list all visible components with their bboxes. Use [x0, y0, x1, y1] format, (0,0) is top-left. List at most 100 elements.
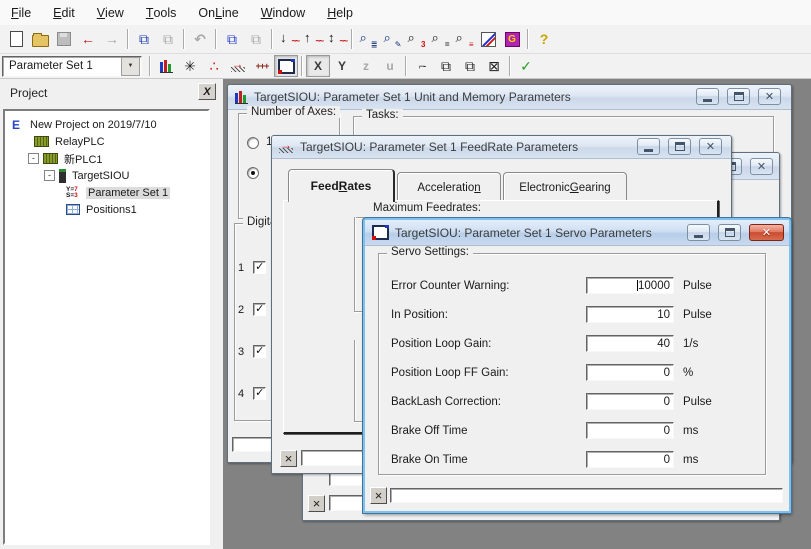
toolbar-separator: [215, 29, 217, 49]
toolbar-separator: [351, 29, 353, 49]
servo-param-row: BackLash Correction:0Pulse: [391, 393, 765, 410]
background-window-x-button[interactable]: [308, 495, 325, 512]
download-to-plc-icon[interactable]: ↓~~: [276, 28, 300, 50]
toolbar-separator: [127, 29, 129, 49]
menu-item-view[interactable]: View: [86, 0, 135, 25]
tree-item-parameter-set-1[interactable]: Y=7S=3Parameter Set 1: [5, 184, 208, 201]
new-document-icon[interactable]: [4, 28, 28, 50]
menu-item-help[interactable]: Help: [316, 0, 364, 25]
parameter-set-combo[interactable]: Parameter Set 1 ▼: [2, 56, 142, 77]
servo-window[interactable]: TargetSIOU: Parameter Set 1 Servo Parame…: [363, 218, 791, 513]
step-mode-icon[interactable]: ⌐-: [410, 55, 434, 77]
param-input-in-position-[interactable]: 10: [586, 306, 674, 323]
feedrate-window-x-button[interactable]: [280, 450, 297, 467]
apply-icon[interactable]: ✓: [514, 55, 538, 77]
blocks-copy-icon[interactable]: ⧉: [458, 55, 482, 77]
tuning-params-icon[interactable]: +++: [250, 55, 274, 77]
restore-button[interactable]: [727, 88, 750, 105]
tree-item-新plc1[interactable]: -新PLC1: [5, 150, 208, 167]
param-input-backlash-correction-[interactable]: 0: [586, 393, 674, 410]
delete-table-icon[interactable]: ⊠: [482, 55, 506, 77]
unit-memory-params-icon[interactable]: [154, 55, 178, 77]
minimize-button[interactable]: [687, 224, 710, 241]
blocks-icon[interactable]: ⧉: [434, 55, 458, 77]
servo-window-status-field: [390, 488, 783, 503]
close-button[interactable]: ✕: [758, 88, 781, 105]
feedrate-titlebar[interactable]: TargetSIOU: Parameter Set 1 FeedRate Par…: [272, 136, 731, 159]
close-button[interactable]: ✕: [750, 158, 773, 175]
paste-icon[interactable]: ⧉: [156, 28, 180, 50]
param-input-error-counter-warning-[interactable]: 10000: [586, 277, 674, 294]
transfer-forward-icon[interactable]: →: [100, 28, 124, 50]
tab-electronic-gearing[interactable]: Electronic Gearing: [503, 172, 627, 202]
output-checkbox-4[interactable]: [253, 387, 266, 400]
menu-item-tools[interactable]: Tools: [135, 0, 188, 25]
help-icon[interactable]: ?: [532, 28, 556, 50]
output-checkbox-2[interactable]: [253, 303, 266, 316]
axis-params-icon[interactable]: ✳: [178, 55, 202, 77]
project-tree: ENew Project on 2019/7/10RelayPLC-新PLC1-…: [3, 109, 210, 545]
change-value-icon[interactable]: ⌕3: [404, 28, 428, 50]
trace-chart-icon[interactable]: [476, 28, 500, 50]
transfer-back-icon[interactable]: ←: [76, 28, 100, 50]
minimize-button[interactable]: [696, 88, 719, 105]
menu-item-file[interactable]: File: [0, 0, 42, 25]
tree-expand-toggle[interactable]: -: [28, 153, 39, 164]
undo-icon[interactable]: ↶: [188, 28, 212, 50]
tree-item-targetsiou[interactable]: -TargetSIOU: [5, 167, 208, 184]
servo-param-row: Position Loop Gain:401/s: [391, 335, 765, 352]
axes-radio-selected[interactable]: [247, 167, 259, 179]
servo-settings-rows: Error Counter Warning:10000PulseIn Posit…: [391, 254, 765, 474]
servo-param-row: In Position:10Pulse: [391, 306, 765, 323]
output-checkbox-1[interactable]: [253, 261, 266, 274]
project-panel-close-button[interactable]: X: [198, 83, 216, 100]
axis-u-button[interactable]: u: [378, 55, 402, 77]
toolbar-separator: [183, 29, 185, 49]
param-input-position-loop-gain-[interactable]: 40: [586, 335, 674, 352]
servo-window-icon: [372, 225, 389, 240]
paste-program-icon[interactable]: ⧉: [244, 28, 268, 50]
toolbar-parameters: Parameter Set 1 ▼ ✳∴+++XYzu⌐-⧉⧉⊠✓: [0, 54, 811, 79]
servo-params-icon[interactable]: [274, 55, 298, 77]
unit-memory-window-title: TargetSIOU: Parameter Set 1 Unit and Mem…: [254, 90, 571, 104]
restore-button[interactable]: [668, 138, 691, 155]
copy-icon[interactable]: ⧉: [132, 28, 156, 50]
axis-x-button[interactable]: X: [306, 55, 330, 77]
tree-item-new-project-on-2019/7/10[interactable]: ENew Project on 2019/7/10: [5, 116, 208, 133]
servo-window-x-button[interactable]: [370, 487, 387, 504]
tree-item-relayplc[interactable]: RelayPLC: [5, 133, 208, 150]
combo-dropdown-icon[interactable]: ▼: [121, 57, 140, 76]
watch-list-icon[interactable]: ⌕≡: [452, 28, 476, 50]
tree-expand-toggle[interactable]: -: [44, 170, 55, 181]
tree-item-positions1[interactable]: Positions1: [5, 201, 208, 218]
servo-titlebar[interactable]: TargetSIOU: Parameter Set 1 Servo Parame…: [365, 220, 789, 246]
toolbar-separator: [271, 29, 273, 49]
minimize-button[interactable]: [637, 138, 660, 155]
feedrate-params-icon[interactable]: [226, 55, 250, 77]
restore-button[interactable]: [718, 224, 741, 241]
close-button[interactable]: ✕: [699, 138, 722, 155]
force-value-icon[interactable]: ⌕=: [428, 28, 452, 50]
tab-acceleration[interactable]: Acceleration: [397, 172, 501, 202]
menu-item-online[interactable]: OnLine: [187, 0, 249, 25]
param-input-brake-on-time[interactable]: 0: [586, 451, 674, 468]
menu-item-edit[interactable]: Edit: [42, 0, 86, 25]
axes-radio-1[interactable]: [247, 137, 259, 149]
verify-with-plc-icon[interactable]: ↕~~: [324, 28, 348, 50]
copy-program-icon[interactable]: ⧉: [220, 28, 244, 50]
close-button[interactable]: ✕: [749, 224, 784, 241]
output-checkbox-3[interactable]: [253, 345, 266, 358]
tab-feed-rates[interactable]: Feed Rates: [288, 169, 395, 202]
menu-item-window[interactable]: Window: [250, 0, 316, 25]
axis-y-button[interactable]: Y: [330, 55, 354, 77]
open-folder-icon[interactable]: [28, 28, 52, 50]
edit-watch-icon[interactable]: ⌕✎: [380, 28, 404, 50]
position-params-icon[interactable]: ∴: [202, 55, 226, 77]
save-icon[interactable]: [52, 28, 76, 50]
axis-z-button[interactable]: z: [354, 55, 378, 77]
g-reference-icon[interactable]: G: [500, 28, 524, 50]
param-input-brake-off-time[interactable]: 0: [586, 422, 674, 439]
monitor-window-icon[interactable]: ⌕≣: [356, 28, 380, 50]
upload-from-plc-icon[interactable]: ↑~~: [300, 28, 324, 50]
param-input-position-loop-ff-gain-[interactable]: 0: [586, 364, 674, 381]
